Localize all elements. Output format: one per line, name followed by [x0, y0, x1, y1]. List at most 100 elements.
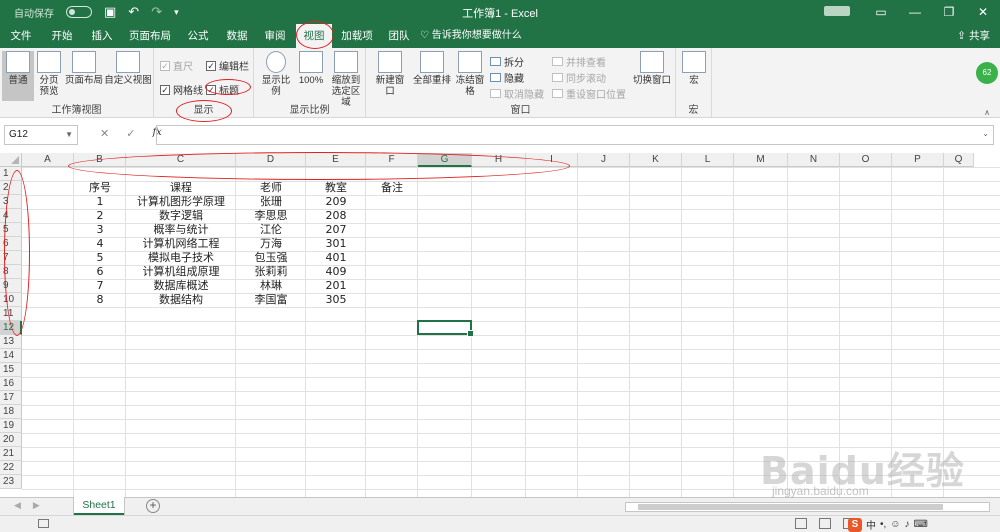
tell-me-search[interactable]: ♡ 告诉我你想要做什么	[420, 24, 522, 48]
table-header-cell[interactable]: 老师	[236, 181, 306, 195]
ruler-checkbox[interactable]: ✓ 直尺	[160, 58, 193, 73]
table-cell[interactable]: 李国富	[236, 293, 306, 307]
select-all-button[interactable]	[0, 153, 22, 167]
table-cell[interactable]: 401	[306, 251, 366, 265]
column-header-q[interactable]: Q	[944, 153, 974, 167]
zoom-to-selection-button[interactable]: 缩放到选定区域	[328, 51, 364, 108]
column-header-n[interactable]: N	[788, 153, 840, 167]
table-cell[interactable]: 2	[74, 209, 126, 223]
cancel-icon[interactable]: ✕	[100, 127, 109, 140]
formula-bar-checkbox[interactable]: ✓ 编辑栏	[206, 58, 249, 73]
table-cell[interactable]: 万海	[236, 237, 306, 251]
name-box-dropdown-icon[interactable]: ▼	[65, 126, 73, 144]
table-header-cell[interactable]: 备注	[366, 181, 418, 195]
normal-view-button[interactable]: 普通	[2, 51, 34, 101]
custom-views-button[interactable]: 自定义视图	[104, 51, 152, 86]
arrange-all-button[interactable]: 全部重排	[412, 51, 452, 86]
synchronous-scrolling-button[interactable]: 同步滚动	[552, 70, 606, 85]
table-cell[interactable]: 概率与统计	[126, 223, 236, 237]
enter-icon[interactable]: ✓	[126, 127, 135, 140]
row-header-21[interactable]: 21	[0, 447, 22, 461]
row-header-15[interactable]: 15	[0, 363, 22, 377]
table-cell[interactable]: 7	[74, 279, 126, 293]
next-sheet-icon[interactable]: ▶	[33, 500, 40, 511]
ribbon-display-options-icon[interactable]: ▭	[864, 0, 898, 24]
tab-review[interactable]: 审阅	[258, 24, 292, 48]
table-cell[interactable]: 张莉莉	[236, 265, 306, 279]
hide-button[interactable]: 隐藏	[490, 70, 524, 85]
horizontal-scrollbar[interactable]	[625, 502, 990, 512]
reset-window-position-button[interactable]: 重设窗口位置	[552, 86, 626, 101]
table-cell[interactable]: 计算机网络工程	[126, 237, 236, 251]
table-cell[interactable]: 林琳	[236, 279, 306, 293]
row-header-23[interactable]: 23	[0, 475, 22, 489]
column-header-o[interactable]: O	[840, 153, 892, 167]
row-header-20[interactable]: 20	[0, 433, 22, 447]
macro-record-icon[interactable]	[38, 519, 49, 528]
column-header-p[interactable]: P	[892, 153, 944, 167]
zoom-100-button[interactable]: 100%	[298, 51, 324, 86]
table-cell[interactable]: 计算机图形学原理	[126, 195, 236, 209]
table-cell[interactable]: 5	[74, 251, 126, 265]
table-cell[interactable]: 305	[306, 293, 366, 307]
table-cell[interactable]: 张珊	[236, 195, 306, 209]
page-layout-view-button[interactable]: 页面布局	[64, 51, 104, 86]
ime-toolbar[interactable]: S 中 •, ☺ ♪ ⌨	[848, 517, 928, 532]
table-cell[interactable]: 6	[74, 265, 126, 279]
new-window-button[interactable]: 新建窗口	[372, 51, 408, 97]
new-sheet-icon[interactable]: +	[146, 499, 160, 513]
page-layout-status-icon[interactable]	[819, 518, 831, 529]
tab-home[interactable]: 开始	[44, 24, 80, 48]
table-header-cell[interactable]: 课程	[126, 181, 236, 195]
view-side-by-side-button[interactable]: 并排查看	[552, 54, 606, 69]
row-header-19[interactable]: 19	[0, 419, 22, 433]
unhide-button[interactable]: 取消隐藏	[490, 86, 544, 101]
close-icon[interactable]: ✕	[966, 0, 1000, 24]
row-header-14[interactable]: 14	[0, 349, 22, 363]
table-cell[interactable]: 201	[306, 279, 366, 293]
table-cell[interactable]: 江伦	[236, 223, 306, 237]
tab-team[interactable]: 团队	[382, 24, 416, 48]
column-header-j[interactable]: J	[578, 153, 630, 167]
tab-file[interactable]: 文件	[4, 24, 38, 48]
normal-view-status-icon[interactable]	[795, 518, 807, 529]
row-header-18[interactable]: 18	[0, 405, 22, 419]
table-cell[interactable]: 数据结构	[126, 293, 236, 307]
row-header-13[interactable]: 13	[0, 335, 22, 349]
tab-data[interactable]: 数据	[220, 24, 254, 48]
prev-sheet-icon[interactable]: ◀	[14, 500, 21, 511]
restore-icon[interactable]: ❐	[932, 0, 966, 24]
row-header-16[interactable]: 16	[0, 377, 22, 391]
zoom-button[interactable]: 显示比例	[258, 51, 294, 97]
column-header-k[interactable]: K	[630, 153, 682, 167]
switch-windows-button[interactable]: 切换窗口	[630, 51, 674, 86]
table-cell[interactable]: 3	[74, 223, 126, 237]
collapse-ribbon-icon[interactable]: ∧	[984, 108, 990, 117]
avatar[interactable]: 62	[976, 62, 998, 84]
user-name-blurred[interactable]	[824, 6, 850, 16]
column-header-a[interactable]: A	[22, 153, 74, 167]
minimize-icon[interactable]: —	[898, 0, 932, 24]
tab-formulas[interactable]: 公式	[180, 24, 216, 48]
split-button[interactable]: 拆分	[490, 54, 524, 69]
table-cell[interactable]: 301	[306, 237, 366, 251]
column-header-l[interactable]: L	[682, 153, 734, 167]
formula-input[interactable]: ⌄	[156, 125, 994, 145]
table-cell[interactable]: 数字逻辑	[126, 209, 236, 223]
table-cell[interactable]: 209	[306, 195, 366, 209]
share-button[interactable]: ⇪ 共享	[957, 24, 990, 48]
table-cell[interactable]: 207	[306, 223, 366, 237]
column-header-m[interactable]: M	[734, 153, 788, 167]
freeze-panes-button[interactable]: 冻结窗格	[452, 51, 488, 97]
gridlines-checkbox[interactable]: ✓ 网格线	[160, 82, 203, 97]
table-cell[interactable]: 409	[306, 265, 366, 279]
table-header-cell[interactable]: 教室	[306, 181, 366, 195]
tab-addins[interactable]: 加载项	[336, 24, 378, 48]
active-cell[interactable]	[417, 320, 474, 337]
tab-page-layout[interactable]: 页面布局	[124, 24, 176, 48]
tab-insert[interactable]: 插入	[84, 24, 120, 48]
table-cell[interactable]: 208	[306, 209, 366, 223]
table-cell[interactable]: 数据库概述	[126, 279, 236, 293]
table-cell[interactable]: 计算机组成原理	[126, 265, 236, 279]
table-header-cell[interactable]: 序号	[74, 181, 126, 195]
